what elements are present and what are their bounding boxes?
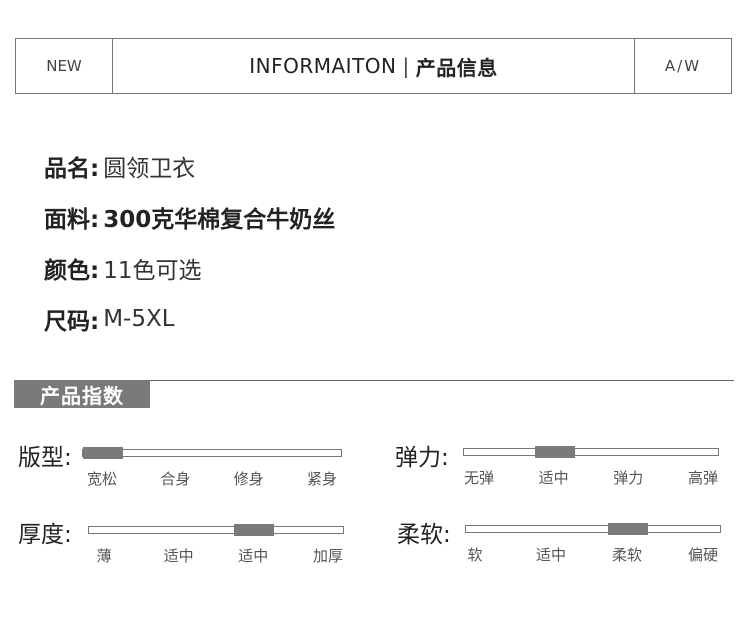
- info-value: M-5XL: [103, 305, 175, 332]
- scale-track: [465, 523, 721, 535]
- info-label: 颜色:: [44, 257, 100, 284]
- info-row-name: 品名: 圆领卫衣: [44, 140, 335, 191]
- scale-label: 柔软:: [397, 522, 451, 548]
- scale-ticks: 宽松 合身 修身 紧身: [82, 468, 342, 489]
- scale-indicator: [234, 524, 275, 536]
- scale-tick: 软: [467, 546, 483, 564]
- info-value: 300克华棉复合牛奶丝: [103, 206, 336, 233]
- scale-label: 版型:: [18, 445, 72, 471]
- info-label: 尺码:: [44, 308, 100, 335]
- header-title: INFORMAITON | 产品信息: [113, 39, 634, 93]
- scale-tick: 适中: [538, 469, 569, 487]
- header-season-label: A/W: [634, 39, 731, 93]
- scale-tick: 适中: [163, 547, 194, 565]
- scale-label: 厚度:: [18, 522, 72, 548]
- scale-tick: 高弹: [687, 469, 718, 487]
- scale-tick: 紧身: [306, 470, 337, 488]
- scale-ticks: 无弹 适中 弹力 高弹: [459, 467, 723, 488]
- header-new-label: NEW: [16, 39, 113, 93]
- scale-tick: 加厚: [312, 547, 343, 565]
- scale-tick: 弹力: [613, 469, 644, 487]
- info-label: 品名:: [44, 155, 100, 182]
- scale-tick: 偏硬: [687, 546, 718, 564]
- scale-ticks: 软 适中 柔软 偏硬: [455, 544, 723, 565]
- scale-indicator: [534, 446, 575, 458]
- fit-scale: 版型: 宽松 合身 修身 紧身: [18, 438, 348, 498]
- scale-track: [463, 446, 719, 458]
- header-title-en: INFORMAITON: [249, 54, 397, 78]
- scale-tick: 宽松: [86, 470, 117, 488]
- info-value: 11色可选: [103, 257, 202, 284]
- scale-ticks: 薄 适中 适中 加厚: [84, 545, 348, 566]
- scale-tick: 适中: [238, 547, 269, 565]
- scale-indicator: [608, 523, 648, 535]
- scale-track: [82, 447, 342, 459]
- scale-tick: 合身: [160, 470, 191, 488]
- elasticity-scale: 弹力: 无弹 适中 弹力 高弹: [395, 438, 725, 498]
- product-info-list: 品名: 圆领卫衣 面料: 300克华棉复合牛奶丝 颜色: 11色可选 尺码: M…: [44, 140, 335, 344]
- scale-indicator: [83, 447, 123, 459]
- scale-tick: 薄: [96, 547, 112, 565]
- scale-tick: 适中: [535, 546, 566, 564]
- info-header-bar: NEW INFORMAITON | 产品信息 A/W: [15, 38, 732, 94]
- info-row-color: 颜色: 11色可选: [44, 242, 335, 293]
- scale-label: 弹力:: [395, 445, 449, 471]
- info-label: 面料:: [44, 206, 100, 233]
- scale-tick: 无弹: [463, 469, 494, 487]
- info-value: 圆领卫衣: [103, 155, 196, 182]
- index-section-title: 产品指数: [14, 380, 150, 408]
- softness-scale: 柔软: 软 适中 柔软 偏硬: [397, 515, 727, 575]
- info-row-size: 尺码: M-5XL: [44, 293, 335, 344]
- scale-tick: 柔软: [611, 546, 642, 564]
- scale-tick: 修身: [233, 470, 264, 488]
- scale-track: [88, 524, 344, 536]
- thickness-scale: 厚度: 薄 适中 适中 加厚: [18, 515, 348, 575]
- header-title-separator: |: [402, 54, 410, 78]
- info-row-fabric: 面料: 300克华棉复合牛奶丝: [44, 191, 335, 242]
- header-title-cn: 产品信息: [415, 55, 498, 80]
